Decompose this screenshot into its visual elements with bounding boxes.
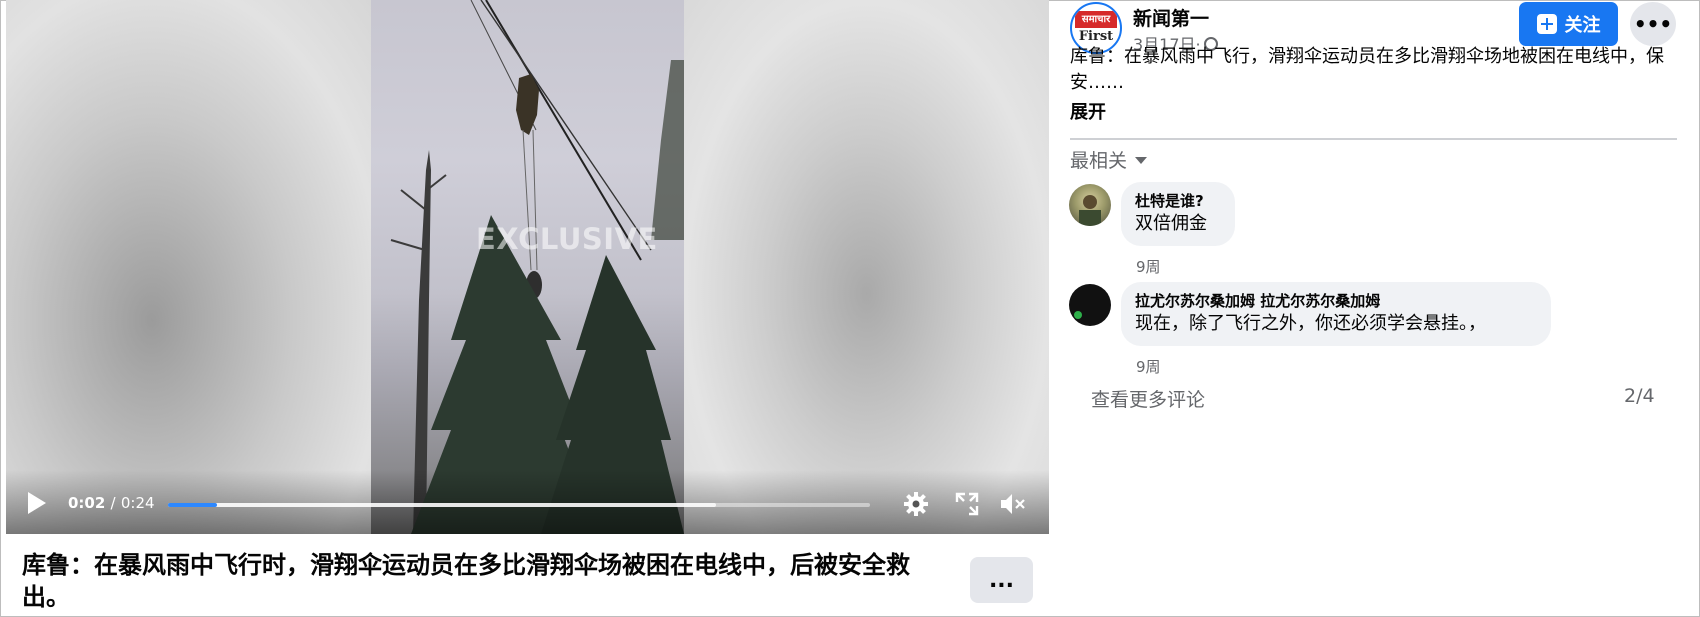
- volume-muted-icon[interactable]: [998, 490, 1026, 518]
- divider: [1070, 138, 1677, 140]
- comment-time[interactable]: 9周: [1136, 356, 1161, 377]
- power-line: [485, 0, 642, 261]
- progress-fill: [168, 503, 218, 507]
- dead-branch: [400, 189, 427, 211]
- comment-author[interactable]: 拉尤尔苏尔桑加姆 拉尤尔苏尔桑加姆: [1135, 291, 1537, 311]
- comment-time[interactable]: 9周: [1136, 256, 1161, 277]
- video-scene: [390, 0, 684, 534]
- current-time: 0:02: [68, 494, 106, 512]
- video-caption: 库鲁：在暴风雨中飞行时，滑翔伞运动员在多比滑翔伞场被困在电线中，后被安全救出。: [22, 551, 910, 611]
- comment-bubble: 杜特是谁? 双倍佣金: [1121, 182, 1235, 246]
- time-separator: /: [110, 494, 116, 512]
- video-controls-bar: [6, 470, 1049, 534]
- comment-author[interactable]: 杜特是谁?: [1135, 191, 1221, 211]
- follow-label: 关注: [1564, 15, 1601, 36]
- commenter-avatar[interactable]: [1069, 284, 1111, 326]
- video-player[interactable]: EXCLUSIVE 0:02 / 0:24: [6, 0, 1049, 534]
- commenter-avatar[interactable]: [1069, 184, 1111, 226]
- see-more-comments-link[interactable]: 查看更多评论: [1091, 385, 1205, 412]
- comment-sort-dropdown[interactable]: 最相关: [1070, 146, 1148, 173]
- video-blur-left: [6, 0, 371, 534]
- expand-link[interactable]: 展开: [1070, 98, 1106, 124]
- video-progress-bar[interactable]: [168, 503, 870, 507]
- page-avatar-logo-top: समाचार: [1075, 11, 1117, 28]
- follow-button[interactable]: 关注: [1519, 2, 1618, 46]
- post-text: 库鲁：在暴风雨中飞行，滑翔伞运动员在多比滑翔伞场地被困在电线中，保安……: [1070, 46, 1664, 93]
- progress-buffered: [168, 503, 716, 507]
- paraglider-wing: [516, 74, 539, 135]
- page-name[interactable]: 新闻第一: [1133, 4, 1209, 31]
- evergreen-tree: [651, 60, 684, 240]
- commenter-photo: [1074, 311, 1082, 319]
- comment-pager: 2/4: [1624, 385, 1655, 407]
- video-blur-right: [684, 0, 1049, 534]
- page-avatar-logo-bottom: First: [1078, 29, 1114, 44]
- duration: 0:24: [120, 494, 155, 512]
- fullscreen-icon[interactable]: [953, 490, 981, 518]
- dead-branch: [390, 239, 426, 251]
- comment-body: 现在，除了飞行之外，你还必须学会悬挂。，: [1135, 313, 1486, 334]
- power-line: [480, 0, 652, 251]
- caret-down-icon: [1135, 157, 1148, 164]
- sort-label: 最相关: [1070, 150, 1128, 172]
- post-more-button[interactable]: •••: [1630, 2, 1676, 46]
- video-time: 0:02 / 0:24: [68, 494, 155, 512]
- comment-body: 双倍佣金: [1135, 213, 1207, 234]
- comment-bubble: 拉尤尔苏尔桑加姆 拉尤尔苏尔桑加姆 现在，除了飞行之外，你还必须学会悬挂。，: [1121, 282, 1551, 346]
- video-frame: EXCLUSIVE: [371, 0, 684, 534]
- settings-gear-icon[interactable]: [902, 490, 930, 518]
- follow-plus-icon: [1536, 14, 1557, 34]
- video-watermark: EXCLUSIVE: [476, 222, 658, 256]
- caption-more-button[interactable]: ...: [970, 557, 1033, 603]
- commenter-photo: [1079, 195, 1101, 226]
- play-icon[interactable]: [28, 492, 46, 514]
